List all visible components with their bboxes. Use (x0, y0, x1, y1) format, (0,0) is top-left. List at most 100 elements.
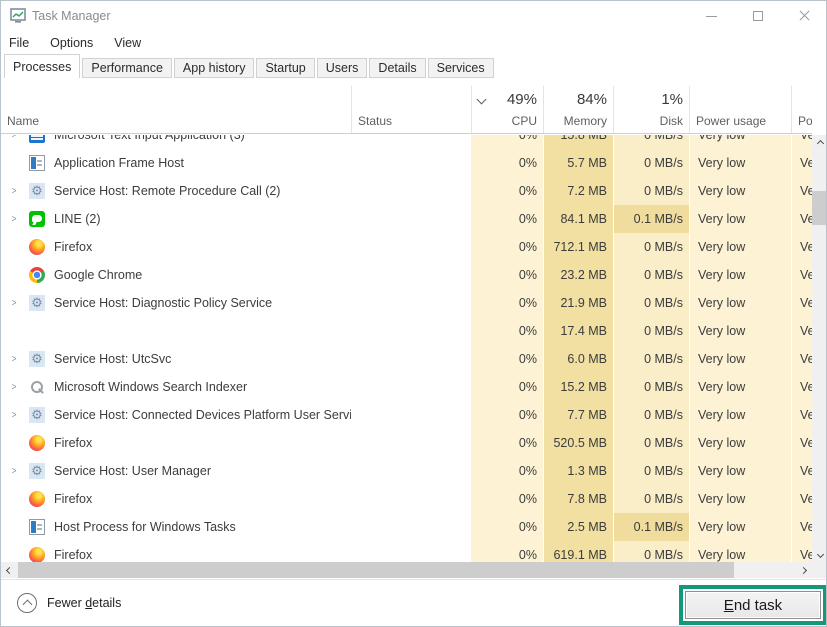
power-usage-value: Very low (689, 401, 791, 429)
expand-chevron-icon[interactable] (7, 213, 21, 225)
scroll-up-button[interactable] (812, 135, 827, 151)
end-task-annotation-highlight: End task (679, 585, 827, 625)
tab-startup[interactable]: Startup (256, 58, 314, 78)
table-row[interactable]: Firefox 0% 619.1 MB 0 MB/s Very low Ve (1, 541, 812, 562)
process-name-cell: Host Process for Windows Tasks (1, 513, 351, 541)
column-header-power-usage[interactable]: Power usage (689, 86, 791, 133)
disk-value: 0 MB/s (613, 457, 689, 485)
power-trend-value: Ve (791, 345, 812, 373)
cpu-value: 0% (471, 317, 543, 345)
table-row[interactable]: Service Host: Connected Devices Platform… (1, 401, 812, 429)
scroll-left-button[interactable] (1, 562, 17, 578)
column-header-cpu[interactable]: 49% CPU (471, 86, 543, 133)
table-row[interactable]: Google Chrome 0% 23.2 MB 0 MB/s Very low… (1, 261, 812, 289)
power-trend-value: Ve (791, 261, 812, 289)
tab-users[interactable]: Users (317, 58, 368, 78)
power-trend-value: Ve (791, 373, 812, 401)
table-row[interactable]: Service Host: Diagnostic Policy Service … (1, 289, 812, 317)
minimize-button[interactable] (689, 1, 733, 31)
cpu-value: 0% (471, 177, 543, 205)
fewer-details-label: Fewer details (47, 596, 121, 610)
column-header-status[interactable]: Status (351, 86, 471, 133)
expand-chevron-icon[interactable] (7, 185, 21, 197)
tab-services[interactable]: Services (428, 58, 494, 78)
window-icon (29, 519, 45, 535)
tab-app-history[interactable]: App history (174, 58, 255, 78)
power-usage-value: Very low (689, 233, 791, 261)
vertical-scrollbar-thumb[interactable] (812, 191, 827, 225)
table-row[interactable]: LINE (2) 0% 84.1 MB 0.1 MB/s Very low Ve (1, 205, 812, 233)
process-name: Application Frame Host (54, 156, 184, 170)
disk-value: 0.1 MB/s (613, 205, 689, 233)
power-trend-value: Ve (791, 233, 812, 261)
window-icon (29, 155, 45, 171)
column-header-disk[interactable]: 1% Disk (613, 86, 689, 133)
vertical-scrollbar[interactable] (812, 135, 827, 562)
horizontal-scrollbar-thumb[interactable] (18, 562, 734, 578)
disk-value: 0 MB/s (613, 233, 689, 261)
expand-chevron-icon[interactable] (7, 353, 21, 365)
firefox-icon (29, 547, 45, 562)
power-usage-value: Very low (689, 429, 791, 457)
table-row[interactable]: Firefox 0% 7.8 MB 0 MB/s Very low Ve (1, 485, 812, 513)
cpu-value: 0% (471, 457, 543, 485)
task-manager-window: Task Manager File Options View ProcessesPe… (0, 0, 827, 627)
process-name-cell: Service Host: Diagnostic Policy Service (1, 289, 351, 317)
disk-value: 0 MB/s (613, 177, 689, 205)
menu-view[interactable]: View (114, 36, 141, 50)
status-value (351, 135, 471, 149)
tab-performance[interactable]: Performance (82, 58, 172, 78)
scroll-right-button[interactable] (795, 562, 811, 578)
cpu-value: 0% (471, 541, 543, 562)
status-column-label: Status (358, 114, 465, 128)
scroll-down-button[interactable] (812, 546, 827, 562)
cpu-value: 0% (471, 135, 543, 149)
memory-column-label: Memory (550, 114, 607, 128)
process-name-cell: Service Host: User Manager (1, 457, 351, 485)
expand-chevron-icon[interactable] (7, 297, 21, 309)
tab-details[interactable]: Details (369, 58, 425, 78)
column-header: Name Status 49% CPU 84% Memory 1% Disk P… (1, 86, 812, 134)
table-row[interactable]: Host Process for Windows Tasks 0% 2.5 MB… (1, 513, 812, 541)
chevron-up-circle-icon (17, 593, 37, 613)
expand-chevron-icon[interactable] (7, 381, 21, 393)
cpu-value: 0% (471, 401, 543, 429)
expand-chevron-icon[interactable] (7, 409, 21, 421)
tab-processes[interactable]: Processes (4, 54, 80, 78)
table-row[interactable]: Firefox 0% 520.5 MB 0 MB/s Very low Ve (1, 429, 812, 457)
close-button[interactable] (782, 1, 826, 31)
maximize-button[interactable] (736, 1, 780, 31)
process-name: Firefox (54, 548, 92, 562)
table-row[interactable]: Application Frame Host 0% 5.7 MB 0 MB/s … (1, 149, 812, 177)
memory-value: 21.9 MB (543, 289, 613, 317)
memory-value: 7.7 MB (543, 401, 613, 429)
menu-options[interactable]: Options (50, 36, 93, 50)
close-icon (798, 10, 810, 22)
memory-total-percent: 84% (577, 91, 607, 108)
table-row[interactable]: 0% 17.4 MB 0 MB/s Very low Ve (1, 317, 812, 345)
table-row[interactable]: Service Host: User Manager 0% 1.3 MB 0 M… (1, 457, 812, 485)
table-row[interactable]: Firefox 0% 712.1 MB 0 MB/s Very low Ve (1, 233, 812, 261)
menu-file[interactable]: File (9, 36, 29, 50)
fewer-details-button[interactable]: Fewer details (17, 593, 121, 613)
disk-value: 0 MB/s (613, 345, 689, 373)
column-header-name[interactable]: Name (1, 86, 351, 133)
expand-chevron-icon[interactable] (7, 135, 21, 141)
power-usage-value: Very low (689, 345, 791, 373)
process-name-cell: Microsoft Windows Search Indexer (1, 373, 351, 401)
end-task-button[interactable]: End task (685, 591, 821, 619)
table-row[interactable]: Service Host: Remote Procedure Call (2) … (1, 177, 812, 205)
status-value (351, 149, 471, 177)
table-row[interactable]: Service Host: UtcSvc 0% 6.0 MB 0 MB/s Ve… (1, 345, 812, 373)
process-name: Service Host: Diagnostic Policy Service (54, 296, 272, 310)
table-row[interactable]: Microsoft Windows Search Indexer 0% 15.2… (1, 373, 812, 401)
power-trend-value: Ve (791, 289, 812, 317)
expand-chevron-icon[interactable] (7, 465, 21, 477)
memory-value: 23.2 MB (543, 261, 613, 289)
cpu-value: 0% (471, 485, 543, 513)
table-row[interactable]: Microsoft Text Input Application (3) 0% … (1, 135, 812, 149)
column-header-memory[interactable]: 84% Memory (543, 86, 613, 133)
horizontal-scrollbar[interactable] (1, 562, 812, 578)
title-bar: Task Manager (1, 1, 826, 31)
column-header-power-usage-trend[interactable]: Powe (791, 86, 812, 133)
